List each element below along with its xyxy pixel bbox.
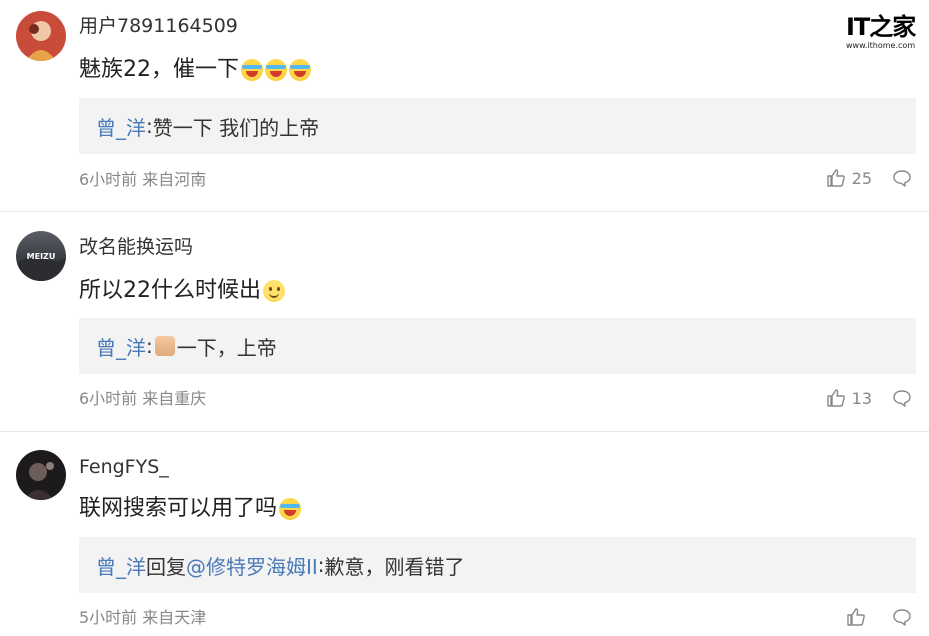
cry-emoji-icon [279,498,302,520]
reply-bubble-icon[interactable] [892,388,912,408]
comment-item: MEIZU 改名能换运吗 所以22什么时候出 曾_洋 : 一下，上帝 6小时前 … [0,212,929,432]
reply-separator: : [146,334,153,358]
avatar[interactable] [16,11,66,61]
reply-separator: : [317,553,325,577]
avatar[interactable] [16,450,66,500]
reply-preview[interactable]: 曾_洋 : 一下，上帝 [79,318,916,374]
comment-item: 用户7891164509 魅族22，催一下 曾_洋 : 赞一下 我们的上帝 6小… [0,0,929,212]
like-count: 13 [851,388,872,408]
reply-username[interactable]: 曾_洋 [96,112,146,141]
comment-actions [846,607,912,627]
comment-meta: 5小时前 来自天津 [79,608,207,627]
reply-bubble-icon[interactable] [892,168,912,188]
reply-text: 歉意，刚看错了 [324,554,465,579]
comment-text-body: 魅族22，催一下 [79,57,239,82]
reply-preview[interactable]: 曾_洋 回复 @修特罗海姆II : 歉意，刚看错了 [79,537,916,593]
cry-emoji-icon [289,59,311,81]
comment-actions: 13 [826,388,912,408]
thumbs-up-icon [826,169,845,187]
like-count: 25 [851,168,872,188]
cry-emoji-icon [265,59,287,81]
reply-username[interactable]: 曾_洋 [96,332,146,361]
reply-bubble-icon[interactable] [892,607,912,627]
reply-username[interactable]: 曾_洋 [96,551,146,580]
avatar-logo-text: MEIZU [27,252,56,261]
comment-text: 联网搜索可以用了吗 [79,494,302,524]
like-button[interactable] [846,607,872,627]
comment-text-body: 联网搜索可以用了吗 [79,496,278,521]
comment-item: FengFYS_ 联网搜索可以用了吗 曾_洋 回复 @修特罗海姆II : 歉意，… [0,432,929,636]
cry-emoji-icon [241,59,263,81]
comment-text: 所以22什么时候出 [79,276,285,306]
comment-meta: 6小时前 来自河南 [79,170,207,189]
reply-text: 赞一下 我们的上帝 [152,115,320,140]
thumbs-up-icon [826,389,845,407]
thumbs-up-emoji-icon [154,336,175,356]
like-button[interactable]: 25 [826,168,872,188]
smile-emoji-icon [263,280,285,302]
reply-word: 回复 [146,554,186,579]
reply-mention[interactable]: @修特罗海姆II [186,551,318,580]
reply-preview[interactable]: 曾_洋 : 赞一下 我们的上帝 [79,98,916,154]
comment-actions: 25 [826,168,912,188]
comment-meta: 6小时前 来自重庆 [79,389,207,408]
reply-text: 一下，上帝 [176,335,277,360]
avatar[interactable]: MEIZU [16,231,66,281]
comment-text: 魅族22，催一下 [79,55,311,85]
reply-separator: : [146,114,153,138]
like-button[interactable]: 13 [826,388,872,408]
thumbs-up-icon [847,608,865,626]
username[interactable]: 用户7891164509 [79,14,238,38]
comment-text-body: 所以22什么时候出 [79,278,261,303]
username[interactable]: FengFYS_ [79,455,169,479]
username[interactable]: 改名能换运吗 [79,235,193,259]
